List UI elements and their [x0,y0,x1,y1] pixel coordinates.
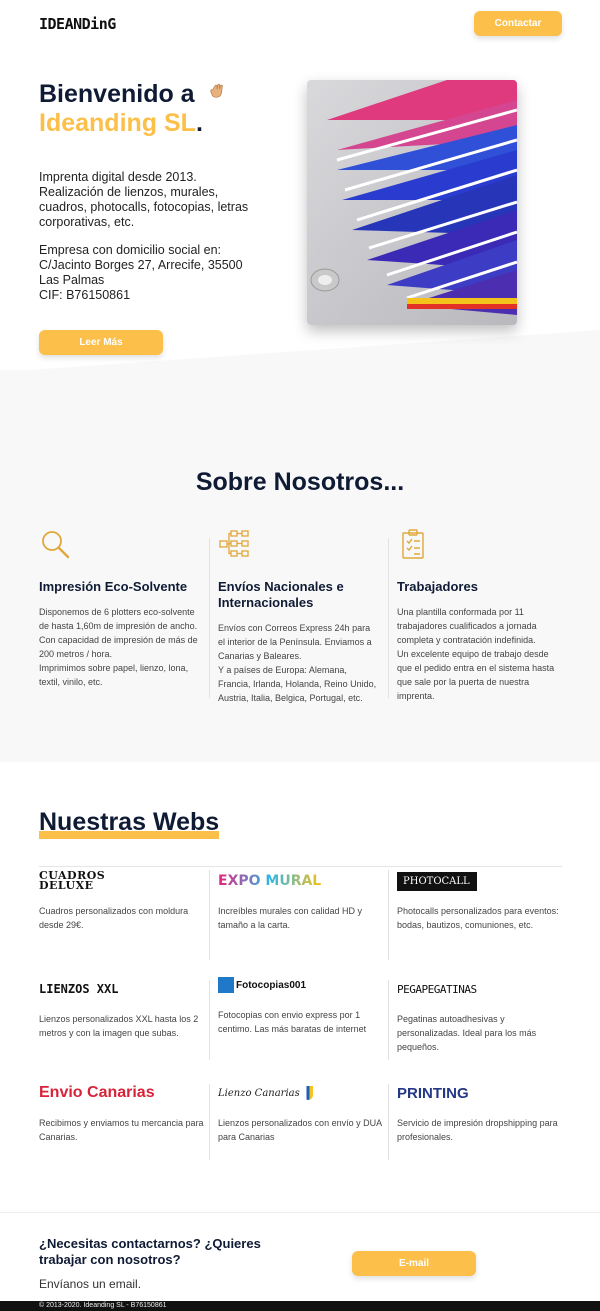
column-divider [209,1084,210,1160]
waving-hand-icon [209,83,223,98]
web-card-envio-canarias[interactable]: Envio Canarias Recibimos y enviamos tu m… [39,1080,204,1144]
clipboard-icon [402,529,424,559]
web-description: Lienzos personalizados con envío y DUA p… [218,1118,382,1142]
lienzo-canarias-logo[interactable]: Lienzo Canarias [218,1080,383,1106]
cuadros-deluxe-logo[interactable]: CUADROS DELUXE [39,868,204,894]
fotocopias-icon [218,977,234,993]
column-divider [209,538,210,698]
logo-text: PEGAPEGATINAS [397,982,477,996]
about-text-part: Disponemos de 6 plotters eco-solvente de… [39,607,198,659]
hero-brand: Ideanding SL [39,109,196,137]
site-header: IDEANDinG Contactar [0,0,600,48]
column-divider [388,870,389,960]
network-icon [219,530,249,557]
web-description: Increíbles murales con calidad HD y tama… [218,906,363,930]
logo-text: Envio Canarias [39,1084,155,1101]
address-line: CIF: B76150861 [39,288,131,302]
about-heading: Trabajadores [397,579,478,594]
web-card-lienzos-xxl[interactable]: LIENZOS XXL Lienzos personalizados XXL h… [39,976,204,1040]
lienzos-xxl-logo[interactable]: LIENZOS XXL [39,976,204,1002]
web-card-printing[interactable]: PRINTING Servicio de impresión dropshipp… [397,1080,562,1144]
web-description: Recibimos y enviamos tu mercancia para C… [39,1118,204,1142]
contact-subtitle: Envíanos un email. [39,1277,142,1291]
magnifier-icon [42,531,70,559]
hero-brand-dot: . [195,109,203,137]
logo-text: Fotocopias001 [236,979,307,991]
contact-question: ¿Necesitas contactarnos? ¿Quieres trabaj… [39,1236,261,1267]
pegapegatinas-logo[interactable]: PEGAPEGATINAS [397,976,562,1002]
hero-title-prefix: Bienvenido a [39,80,195,108]
column-divider [388,1084,389,1160]
email-button[interactable]: E-mail [352,1251,476,1276]
about-title: Sobre Nosotros... [0,468,600,499]
web-card-expo-mural[interactable]: EXPO MURAL Increíbles murales con calida… [218,868,383,932]
expo-mural-logo[interactable]: EXPO MURAL [218,868,383,894]
web-card-pegapegatinas[interactable]: PEGAPEGATINAS Pegatinas autoadhesivas y … [397,976,562,1054]
logo-text: PHOTOCALL [397,871,477,891]
column-divider [209,870,210,960]
about-column-workers: Trabajadores Una plantilla conformada po… [397,528,557,703]
about-text-part: Una plantilla conformada por 11 trabajad… [397,607,537,645]
logo-text: IDEANDinG [39,15,116,33]
address-line: Las Palmas [39,273,105,287]
read-more-button[interactable]: Leer Más [39,330,163,355]
logo-text: CUADROS DELUXE [39,869,106,892]
column-divider [209,980,210,1060]
about-column-printing: Impresión Eco-Solvente Disponemos de 6 p… [39,528,199,689]
contact-divider [0,1212,600,1213]
envio-canarias-logo[interactable]: Envio Canarias [39,1080,204,1106]
logo-text: LIENZOS XXL [39,982,119,996]
column-divider [388,980,389,1060]
web-description: Fotocopias con envio express por 1 centi… [218,1010,367,1034]
fotocopias-logo[interactable]: Fotocopias001 [218,976,383,994]
printing-logo[interactable]: PRINTING [397,1080,562,1106]
address-line: C/Jacinto Borges 27, Arrecife, 35500 [39,258,243,272]
web-description: Servicio de impresión dropshipping para … [397,1118,558,1142]
footer: © 2013-2020. Ideanding SL - B76150861 [0,1301,600,1311]
webs-divider [39,866,562,867]
web-card-fotocopias[interactable]: Fotocopias001 Fotocopias con envio expre… [218,976,383,1036]
about-text-part: Imprimimos sobre papel, lienzo, lona, te… [39,663,189,687]
about-heading: Envíos Nacionales e Internacionales [218,579,344,610]
about-top-edge [0,370,600,372]
logo-text: Lienzo Canarias [218,1087,300,1099]
about-text: Una plantilla conformada por 11 trabajad… [397,605,557,703]
contact-button[interactable]: Contactar [474,11,562,36]
web-description: Cuadros personalizados con moldura desde… [39,906,189,930]
webs-title: Nuestras Webs [39,808,220,839]
web-description: Lienzos personalizados XXL hasta los 2 m… [39,1014,199,1038]
about-text-part: Y a países de Europa: Alemana, Francia, … [218,665,377,703]
canarias-flag-icon [302,1086,313,1100]
site-logo[interactable]: IDEANDinG [39,15,116,33]
webs-title-text: Nuestras Webs [39,808,220,839]
hero-address: Empresa con domicilio social en: C/Jacin… [39,243,259,303]
web-description: Photocalls personalizados para eventos: … [397,906,559,930]
hero-title: Bienvenido a Ideanding SL. [39,80,226,138]
web-description: Pegatinas autoadhesivas y personalizadas… [397,1014,537,1052]
hero-description: Imprenta digital desde 2013. Realización… [39,170,249,229]
color-swatch-photo [307,80,517,325]
logo-text: EXPO MURAL [218,873,322,889]
about-title-text: Sobre Nosotros... [193,468,407,499]
web-card-photocall[interactable]: PHOTOCALL Photocalls personalizados para… [397,868,562,932]
logo-text: PRINTING [397,1084,469,1102]
about-text: Disponemos de 6 plotters eco-solvente de… [39,605,199,689]
about-text-part: Envíos con Correos Express 24h para el i… [218,623,372,661]
about-text-part: Un excelente equipo de trabajo desde que… [397,649,555,701]
photocall-logo[interactable]: PHOTOCALL [397,868,562,894]
about-text: Envíos con Correos Express 24h para el i… [218,621,378,705]
footer-copyright: © 2013-2020. Ideanding SL - B76150861 [39,1302,167,1309]
about-heading: Impresión Eco-Solvente [39,579,188,594]
column-divider [388,538,389,698]
web-card-cuadros-deluxe[interactable]: CUADROS DELUXE Cuadros personalizados co… [39,868,204,932]
about-column-shipping: Envíos Nacionales e Internacionales Enví… [218,528,378,705]
web-card-lienzo-canarias[interactable]: Lienzo Canarias Lienzos personalizados c… [218,1080,383,1144]
address-line: Empresa con domicilio social en: [39,243,222,257]
